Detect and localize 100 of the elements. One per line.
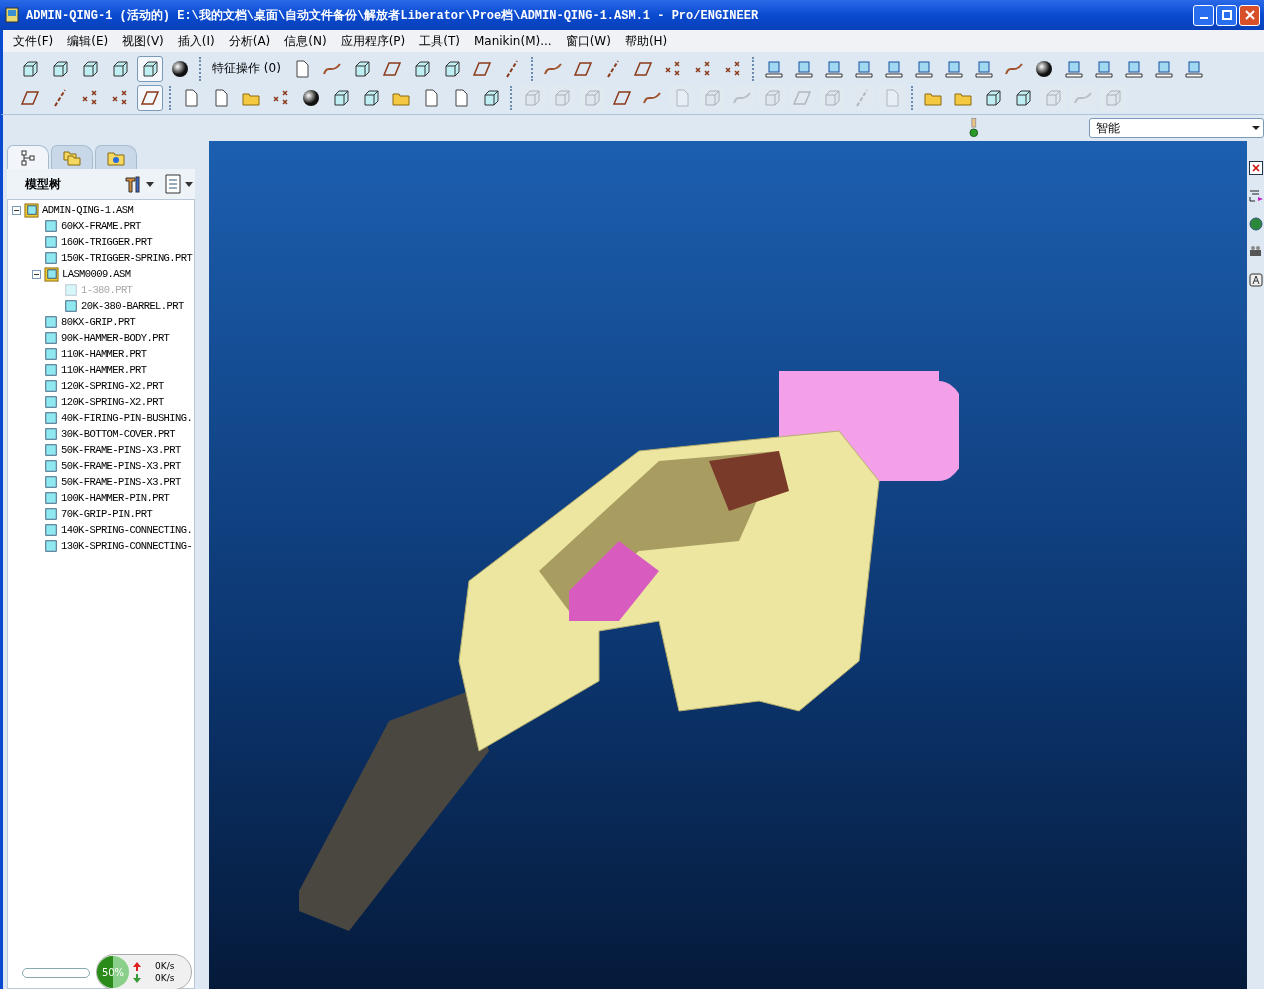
menu-item[interactable]: Manikin(M)... [467, 32, 558, 50]
star-folder-icon [107, 149, 125, 166]
tree-item[interactable]: 50K-FRAME-PINS-X3.PRT [61, 476, 181, 488]
minimize-button[interactable] [1193, 4, 1214, 26]
tree-item[interactable]: 160K-TRIGGER.PRT [61, 236, 153, 248]
tree-item[interactable]: 90K-HAMMER-BODY.PRT [61, 332, 170, 344]
cube-icon [762, 87, 782, 108]
maximize-button[interactable] [1216, 4, 1237, 26]
tree-item[interactable]: 130K-SPRING-CONNECTING- [61, 540, 193, 552]
tree-item[interactable]: 20K-380-BARREL.PRT [81, 300, 184, 312]
menu-item[interactable]: 视图(V) [116, 30, 170, 52]
menu-item[interactable]: 文件(F) [7, 30, 60, 52]
collapse-icon[interactable] [32, 269, 41, 279]
part-icon [64, 299, 78, 313]
part-icon [44, 475, 58, 489]
menu-item[interactable]: 帮助(H) [618, 30, 674, 52]
tree-item[interactable]: ADMIN-QING-1.ASM [42, 204, 134, 216]
list-icon [164, 174, 182, 194]
panel-tab[interactable] [7, 145, 49, 169]
tree-item[interactable]: 140K-SPRING-CONNECTING. [61, 524, 193, 536]
cube-icon [331, 87, 351, 108]
toolbar-button[interactable] [137, 55, 163, 82]
tree-item[interactable]: LASM0009.ASM [62, 268, 131, 280]
cube-icon [702, 87, 722, 108]
part-icon [44, 395, 58, 409]
down-arrow-icon [133, 973, 141, 983]
tools-icon [123, 174, 143, 194]
sphere-icon [301, 87, 321, 108]
menu-item[interactable]: 应用程序(P) [334, 30, 412, 52]
cube-icon [20, 58, 40, 79]
part-icon [44, 379, 58, 393]
cube-icon [983, 87, 1003, 108]
cube-icon [50, 58, 70, 79]
tree-item[interactable]: 80KX-GRIP.PRT [61, 316, 136, 328]
caret-icon [146, 181, 154, 187]
menu-item[interactable]: 信息(N) [278, 30, 333, 52]
close-button[interactable] [1239, 4, 1260, 26]
menu-item[interactable]: 分析(A) [222, 30, 277, 52]
collapse-icon[interactable] [12, 205, 21, 215]
part-icon [44, 331, 58, 345]
part-icon [44, 219, 58, 233]
assembly-icon [44, 266, 59, 282]
toolbar-button[interactable] [137, 84, 163, 111]
part-icon [44, 363, 58, 377]
cube-icon [110, 58, 130, 79]
tree-structure-icon [20, 149, 36, 166]
part-icon [44, 251, 58, 265]
part-icon [44, 235, 58, 249]
upload-speed: 0K/s [155, 961, 175, 971]
menu-item[interactable]: 工具(T) [413, 30, 466, 52]
part-icon [44, 539, 58, 553]
assembly-icon [24, 202, 39, 218]
download-speed: 0K/s [155, 973, 175, 983]
caret-icon [185, 181, 193, 187]
cube-icon [140, 58, 160, 79]
menu-item[interactable]: 编辑(E) [61, 30, 115, 52]
tree-item[interactable]: 150K-TRIGGER-SPRING.PRT [61, 252, 193, 264]
menu-item[interactable]: 插入(I) [171, 30, 221, 52]
minimize-icon [1199, 17, 1208, 19]
part-icon [44, 523, 58, 537]
tree-item[interactable]: 120K-SPRING-X2.PRT [61, 396, 164, 408]
show-menu-button[interactable] [162, 174, 195, 194]
close-icon[interactable] [1248, 161, 1263, 175]
panel-title: 模型树 [25, 175, 62, 193]
cube-icon [80, 58, 100, 79]
3d-viewport[interactable] [209, 141, 1247, 989]
tree-item[interactable]: 100K-HAMMER-PIN.PRT [61, 492, 170, 504]
part-icon [44, 427, 58, 441]
part-icon [44, 507, 58, 521]
sphere-icon [170, 58, 190, 79]
tree-item[interactable]: 120K-SPRING-X2.PRT [61, 380, 164, 392]
cube-icon [582, 87, 602, 108]
part-icon [44, 315, 58, 329]
tree-item[interactable]: 110K-HAMMER.PRT [61, 364, 147, 376]
cube-icon [522, 87, 542, 108]
tree-item[interactable]: 70K-GRIP-PIN.PRT [61, 508, 153, 520]
folders-icon [63, 149, 81, 166]
tree-item[interactable]: 110K-HAMMER.PRT [61, 348, 147, 360]
panel-tab[interactable] [95, 145, 137, 169]
text-box-icon[interactable] [1248, 273, 1263, 287]
tree-item[interactable]: 30K-BOTTOM-COVER.PRT [61, 428, 176, 440]
tree-item[interactable]: 40K-FIRING-PIN-BUSHING. [61, 412, 193, 424]
maximize-icon [1221, 10, 1232, 20]
tree-item[interactable]: 60KX-FRAME.PRT [61, 220, 141, 232]
part-icon [44, 347, 58, 361]
sphere-icon [1033, 58, 1054, 79]
filter-dropdown[interactable]: 智能 [1088, 118, 1264, 138]
tree-item[interactable]: 50K-FRAME-PINS-X3.PRT [61, 460, 181, 472]
cube-icon [552, 87, 572, 108]
menu-item[interactable]: 窗口(W) [559, 30, 617, 52]
tree-item[interactable]: 50K-FRAME-PINS-X3.PRT [61, 444, 181, 456]
list-arrow-icon[interactable] [1248, 189, 1263, 203]
cube-icon [1043, 87, 1063, 108]
close-icon [1244, 10, 1255, 20]
cube-icon [481, 87, 501, 108]
part-icon [44, 459, 58, 473]
part-icon [44, 411, 58, 425]
toolbar-label[interactable]: 特征操作 (0) [208, 60, 285, 77]
camera-icon[interactable] [1248, 245, 1263, 259]
part-icon [64, 283, 78, 297]
